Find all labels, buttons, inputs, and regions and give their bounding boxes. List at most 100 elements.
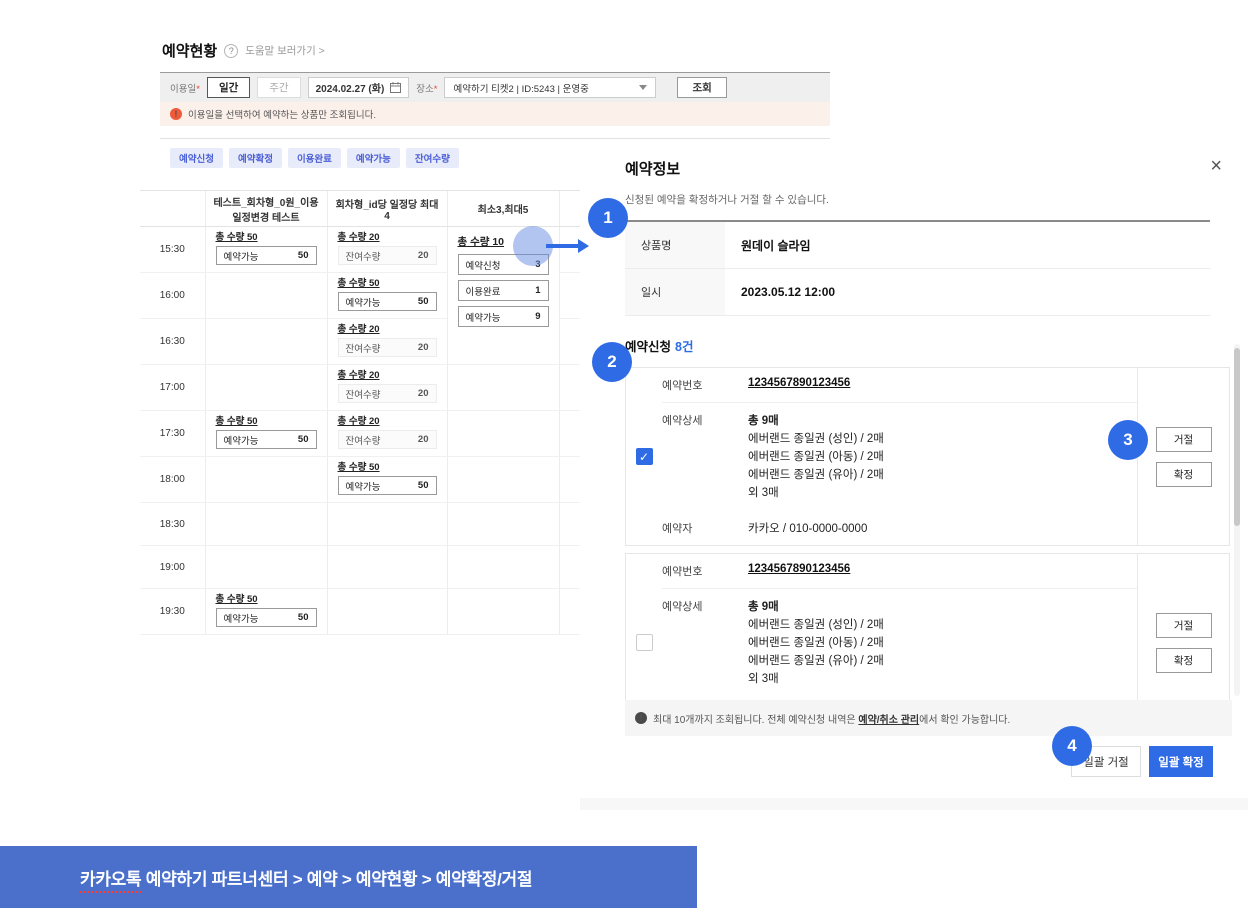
schedule-cell: 총 수량 50 예약가능 50 (204, 588, 327, 635)
booker-value: 카카오 / 010-0000-0000 (748, 523, 868, 535)
time-label: 16:30 (140, 318, 205, 365)
filter-notice: 이용일을 선택하여 예약하는 상품만 조회됩니다. (160, 102, 830, 126)
reservation-detail-value: 총 9매 에버랜드 종일권 (성인) / 2매 에버랜드 종일권 (아동) / 2매… (748, 412, 884, 502)
slot-status-count: 9 (535, 311, 541, 322)
legend-chip: 예약신청 (170, 148, 223, 168)
schedule-cell (326, 588, 447, 635)
schedule-cell (326, 545, 447, 589)
date-value: 2024.02.27 (화) (315, 84, 385, 95)
card-buttons-column: 거절확정 (1137, 368, 1229, 545)
reservation-number-row: 예약번호 1234567890123456 (662, 368, 1137, 403)
slot-total-quantity: 총 수량 20 (337, 232, 380, 243)
time-label: 15:30 (140, 226, 205, 273)
help-link[interactable]: 도움말 보러가기 > (245, 43, 325, 58)
ticket-line: 에버랜드 종일권 (성인) / 2매 (748, 433, 884, 445)
slot-status-label: 예약가능 (345, 297, 381, 309)
info-value: 2023.05.12 12:00 (741, 285, 836, 299)
slot-status-count: 50 (297, 250, 309, 261)
confirm-button[interactable]: 확정 (1155, 647, 1212, 673)
schedule-cell (446, 502, 559, 546)
search-button[interactable]: 조회 (677, 77, 727, 98)
schedule-cell (204, 502, 327, 546)
reservation-detail-row: 예약상세 총 9매 에버랜드 종일권 (성인) / 2매 에버랜드 종일권 (아동) … (662, 403, 1137, 511)
daily-tab[interactable]: 일간 (206, 77, 251, 98)
card-buttons-column: 거절확정 (1137, 554, 1229, 717)
time-label: 18:30 (140, 502, 205, 546)
reservation-detail-row: 예약상세 총 9매 에버랜드 종일권 (성인) / 2매 에버랜드 종일권 (아동) … (662, 589, 1137, 697)
panel-title: 예약정보 (625, 161, 681, 178)
slot-status-box[interactable]: 예약가능 9 (457, 306, 549, 327)
slot-status-label: 잔여수량 (345, 389, 381, 401)
confirm-all-button[interactable]: 일괄 확정 (1149, 746, 1213, 777)
close-icon[interactable]: × (1210, 156, 1222, 176)
scrollbar-thumb[interactable] (1234, 348, 1240, 526)
checkbox-checked[interactable] (635, 448, 653, 465)
legend-chip: 잔여수량 (405, 148, 459, 168)
slot-total-quantity: 총 수량 50 (215, 232, 258, 243)
calendar-icon[interactable] (390, 82, 402, 93)
ticket-line: 에버랜드 종일권 (유아) / 2매 (748, 655, 884, 667)
slot-status-box[interactable]: 예약가능 50 (215, 246, 317, 265)
reservation-number-link[interactable]: 1234567890123456 (748, 563, 850, 579)
info-row: 상품명 원데이 슬라임 (625, 222, 1210, 269)
slot-status-count: 20 (417, 388, 429, 399)
reservation-number-label: 예약번호 (662, 380, 703, 392)
slot-status-count: 50 (417, 480, 429, 491)
slot-status-label: 잔여수량 (345, 343, 381, 355)
slot-status-box[interactable]: 예약가능 50 (215, 608, 317, 627)
request-card-list: 예약번호 1234567890123456 예약상세 총 9매에버랜드 종일권 (성인… (625, 367, 1230, 717)
schedule-cell (446, 364, 559, 411)
reservation-detail-label: 예약상세 (662, 415, 703, 427)
info-label: 상품명 (625, 222, 725, 268)
slot-total-quantity: 총 수량 20 (337, 370, 380, 381)
place-value: 예약하기 티켓2 | ID:5243 | 운영중 (453, 83, 589, 95)
annotation-badge-4: 4 (1052, 726, 1092, 766)
slot-remaining-box: 잔여수량 20 (337, 246, 437, 265)
slot-status-count: 20 (417, 342, 429, 353)
slot-status-label: 예약가능 (223, 251, 259, 263)
schedule-cell: 총 수량 50 예약가능 50 (326, 272, 447, 319)
checkbox-column (626, 368, 662, 545)
help-icon[interactable] (224, 43, 239, 58)
slot-status-box[interactable]: 예약가능 50 (337, 292, 437, 311)
reservation-info-table: 상품명 원데이 슬라임 일시 2023.05.12 12:00 (625, 222, 1210, 316)
chevron-down-icon (639, 85, 648, 90)
confirm-button[interactable]: 확정 (1155, 461, 1212, 487)
time-label: 18:00 (140, 456, 205, 503)
slot-status-box[interactable]: 예약가능 50 (337, 476, 437, 495)
slot-status-box[interactable]: 이용완료 1 (457, 280, 549, 301)
checkbox-unchecked[interactable] (635, 634, 653, 651)
reservation-number-link[interactable]: 1234567890123456 (748, 377, 850, 393)
filter-bar: 이용일* 일간 주간 2024.02.27 (화) 장소* 예약하기 티켓2 |… (160, 72, 830, 102)
schedule-cell: 총 수량 20 잔여수량 20 (326, 226, 447, 273)
breadcrumb-banner: 카카오톡 예약하기 파트너센터 > 예약 > 예약현황 > 예약확정/거절 (0, 846, 697, 908)
annotation-badge-3: 3 (1108, 420, 1148, 460)
place-label: 장소* (416, 83, 438, 95)
slot-status-label: 잔여수량 (345, 435, 381, 447)
reject-button[interactable]: 거절 (1155, 426, 1212, 452)
reject-button[interactable]: 거절 (1155, 612, 1212, 638)
slot-status-count: 50 (297, 434, 309, 445)
slot-status-label: 예약가능 (345, 481, 381, 493)
page-title: 예약현황 (162, 43, 218, 60)
slot-remaining-box: 잔여수량 20 (337, 384, 437, 403)
weekly-tab[interactable]: 주간 (257, 77, 301, 98)
manage-link[interactable]: 예약/취소 관리 (858, 715, 919, 726)
info-row: 일시 2023.05.12 12:00 (625, 269, 1210, 316)
place-select[interactable]: 예약하기 티켓2 | ID:5243 | 운영중 (444, 77, 657, 98)
checkbox-column (626, 554, 662, 717)
panel-bottom-strip (580, 798, 1248, 810)
section-divider (160, 138, 830, 139)
reservation-detail-panel: × 예약정보 신청된 예약을 확정하거나 거절 할 수 있습니다. 상품명 원데이… (580, 148, 1248, 810)
slot-status-count: 50 (297, 612, 309, 623)
schedule-cell: 총 수량 50 예약가능 50 (326, 456, 447, 503)
required-mark: * (196, 83, 200, 95)
schedule-cell: 총 수량 50 예약가능 50 (204, 410, 327, 457)
time-label: 17:30 (140, 410, 205, 457)
schedule-cell (204, 364, 327, 411)
date-input[interactable]: 2024.02.27 (화) (307, 77, 410, 98)
legend-chip: 이용완료 (287, 148, 341, 168)
slot-status-box[interactable]: 예약가능 50 (215, 430, 317, 449)
slot-total-quantity: 총 수량 50 (215, 594, 258, 605)
product-column-header: 테스트_회차형_0원_이용일정변경 테스트 (204, 190, 327, 227)
